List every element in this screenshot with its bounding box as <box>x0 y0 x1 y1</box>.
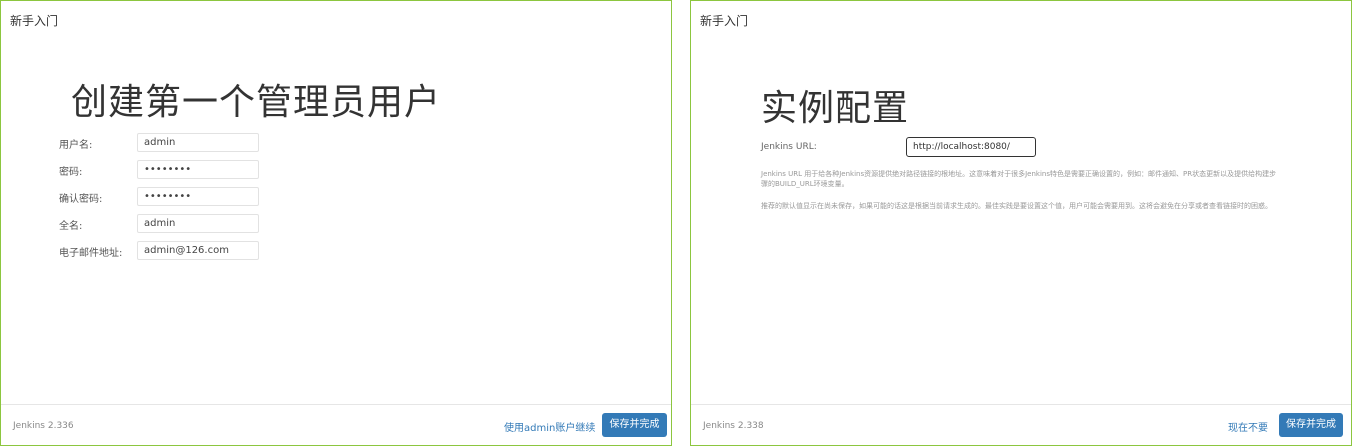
instance-configuration-panel: 新手入门 实例配置 Jenkins URL: http://localhost:… <box>690 0 1352 446</box>
jenkins-url-input[interactable]: http://localhost:8080/ <box>906 137 1036 157</box>
continue-as-admin-button[interactable]: 使用admin账户继续 <box>504 419 595 434</box>
page-heading: 创建第一个管理员用户 <box>71 82 442 123</box>
url-help-text-1: Jenkins URL 用于给各种Jenkins资源提供绝对路径链接的根地址。这… <box>761 170 1277 188</box>
not-now-button[interactable]: 现在不要 <box>1228 419 1268 434</box>
email-label: 电子邮件地址: <box>59 248 123 259</box>
full-name-input[interactable]: admin <box>137 214 259 233</box>
save-and-finish-button[interactable]: 保存并完成 <box>1279 413 1343 437</box>
email-input[interactable]: admin@126.com <box>137 241 259 260</box>
panel-title: 新手入门 <box>700 14 749 28</box>
create-admin-user-panel: 新手入门 创建第一个管理员用户 用户名: admin 密码: •••••••• … <box>0 0 672 446</box>
password-label: 密码: <box>59 167 83 178</box>
jenkins-version: Jenkins 2.338 <box>703 421 764 431</box>
password-row: 密码: •••••••• <box>59 160 319 180</box>
full-name-row: 全名: admin <box>59 214 319 234</box>
password-input[interactable]: •••••••• <box>137 160 259 179</box>
confirm-password-label: 确认密码: <box>59 194 103 205</box>
confirm-password-input[interactable]: •••••••• <box>137 187 259 206</box>
full-name-label: 全名: <box>59 221 83 232</box>
jenkins-url-label: Jenkins URL: <box>761 142 817 152</box>
email-row: 电子邮件地址: admin@126.com <box>59 241 319 261</box>
panel-footer: Jenkins 2.338 现在不要 保存并完成 <box>691 404 1351 445</box>
username-input[interactable]: admin <box>137 133 259 152</box>
username-row: 用户名: admin <box>59 133 319 153</box>
page-heading: 实例配置 <box>761 88 910 129</box>
jenkins-version: Jenkins 2.336 <box>13 421 74 431</box>
confirm-password-row: 确认密码: •••••••• <box>59 187 319 207</box>
username-label: 用户名: <box>59 140 93 151</box>
save-and-finish-button[interactable]: 保存并完成 <box>602 413 667 437</box>
url-help-text-2: 推荐的默认值显示在尚未保存，如果可能的话这是根据当前请求生成的。最佳实践是要设置… <box>761 202 1272 210</box>
panel-title: 新手入门 <box>10 14 59 28</box>
panel-footer: Jenkins 2.336 使用admin账户继续 保存并完成 <box>1 404 671 445</box>
jenkins-url-row: Jenkins URL: http://localhost:8080/ <box>761 137 1061 157</box>
